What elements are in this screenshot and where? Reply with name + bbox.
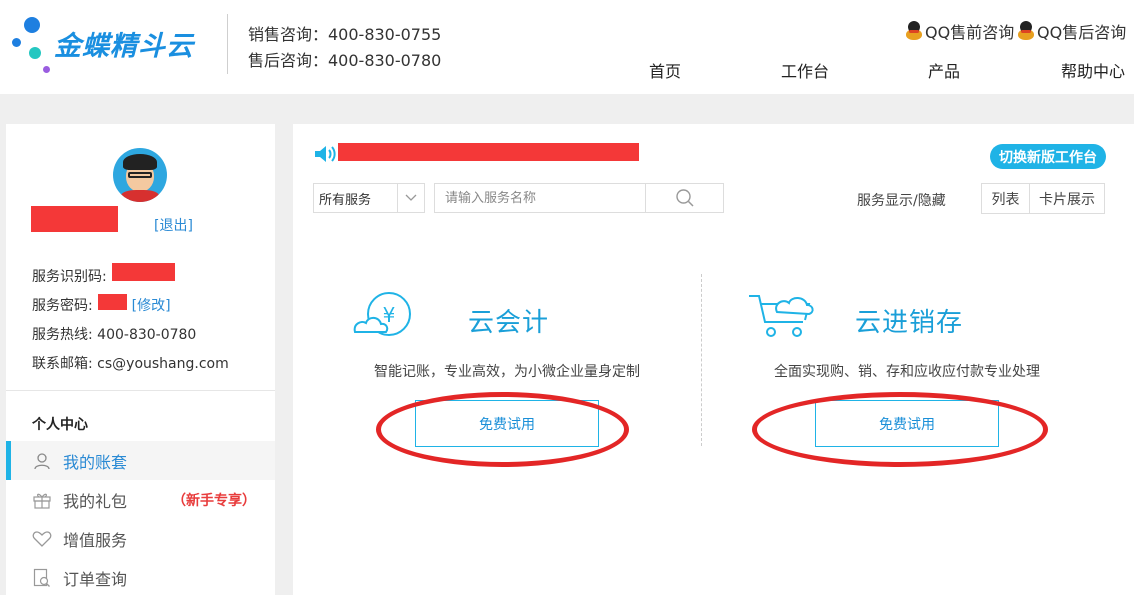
header-divider — [227, 14, 228, 74]
heart-icon — [32, 529, 52, 549]
redacted-password — [98, 294, 127, 310]
card-title-cloud-inventory: 云进销存 — [855, 308, 964, 338]
speaker-icon — [313, 144, 337, 168]
card-title-cloud-accounting: 云会计 — [468, 308, 550, 338]
qq-presales-label: QQ售前咨询 — [925, 23, 1015, 42]
redacted-service-id — [112, 263, 175, 281]
service-id-label: 服务识别码: — [32, 269, 107, 285]
qq-icon — [1017, 21, 1035, 41]
sales-contact: 销售咨询：400-830-0755 — [248, 25, 442, 44]
header: 金蝶精斗云 销售咨询：400-830-0755 售后咨询：400-830-078… — [0, 0, 1134, 94]
email: 联系邮箱: cs@youshang.com — [32, 356, 229, 372]
redacted-username — [31, 206, 118, 232]
hotline: 服务热线: 400-830-0780 — [32, 327, 197, 343]
qq-aftersales-label: QQ售后咨询 — [1037, 23, 1127, 42]
qq-icon — [905, 21, 923, 41]
cloud-yen-icon: ¥ — [351, 290, 417, 346]
logout-link[interactable]: [退出] — [154, 215, 193, 235]
logo-dot-icon — [29, 47, 41, 59]
logo[interactable]: 金蝶精斗云 — [10, 14, 220, 76]
card-divider — [701, 274, 702, 446]
active-indicator — [6, 441, 11, 480]
search-input[interactable] — [435, 184, 646, 212]
card-view-button[interactable]: 卡片展示 — [1029, 183, 1105, 214]
cloud-cart-icon — [747, 290, 819, 346]
search-box — [434, 183, 724, 213]
sidebar-item-label: 增值服务 — [63, 530, 128, 550]
service-password-label: 服务密码: — [32, 298, 93, 314]
section-title: 个人中心 — [32, 417, 88, 433]
support-contact: 售后咨询：400-830-0780 — [248, 51, 442, 70]
qq-presales-link[interactable]: QQ售前咨询 — [905, 19, 1014, 43]
nav-help[interactable]: 帮助中心 — [1061, 58, 1125, 82]
qq-aftersales-link[interactable]: QQ售后咨询 — [1017, 19, 1126, 43]
logo-dot-icon — [12, 38, 21, 47]
service-id-row: 服务识别码: — [32, 266, 107, 286]
sidebar: [退出] 服务识别码: 服务密码: [修改] 服务热线: 400-830-078… — [6, 124, 275, 595]
sidebar-item-label: 我的账套 — [63, 452, 128, 472]
user-icon — [32, 451, 52, 471]
free-trial-button-inventory[interactable]: 免费试用 — [815, 400, 999, 447]
logo-text: 金蝶精斗云 — [54, 31, 194, 62]
sidebar-divider — [6, 390, 275, 391]
chevron-down-icon — [397, 184, 424, 212]
service-toggle-link[interactable]: 服务显示/隐藏 — [857, 190, 946, 210]
nav-workbench[interactable]: 工作台 — [781, 58, 829, 82]
search-icon[interactable] — [645, 184, 723, 212]
order-search-icon — [32, 568, 52, 588]
nav-products[interactable]: 产品 — [928, 58, 960, 82]
sidebar-item-label: 我的礼包 — [63, 491, 128, 511]
switch-new-workbench-button[interactable]: 切换新版工作台 — [990, 144, 1106, 169]
list-view-button[interactable]: 列表 — [981, 183, 1030, 214]
redacted-announcement — [338, 143, 639, 161]
sidebar-item-value-added[interactable]: 增值服务 — [6, 519, 275, 558]
logo-dot-icon — [24, 17, 40, 33]
free-trial-button-accounting[interactable]: 免费试用 — [415, 400, 599, 447]
sidebar-item-orders[interactable]: 订单查询 — [6, 558, 275, 595]
newbie-tag: （新手专享） — [172, 492, 256, 509]
card-desc-cloud-inventory: 全面实现购、销、存和应收应付款专业处理 — [774, 364, 1040, 380]
logo-dot-icon — [43, 66, 50, 73]
sidebar-item-label: 订单查询 — [63, 569, 128, 589]
card-desc-cloud-accounting: 智能记账，专业高效，为小微企业量身定制 — [374, 364, 640, 380]
nav-home[interactable]: 首页 — [649, 58, 681, 82]
sidebar-item-my-accounts[interactable]: 我的账套 — [6, 441, 275, 480]
modify-password-link[interactable]: [修改] — [132, 298, 171, 314]
sidebar-item-gifts[interactable]: 我的礼包 （新手专享） — [6, 480, 275, 519]
avatar — [113, 148, 167, 202]
service-filter-select[interactable]: 所有服务 — [313, 183, 425, 213]
gift-icon — [32, 490, 52, 510]
service-filter-value: 所有服务 — [319, 192, 372, 208]
main-panel: 切换新版工作台 所有服务 服务显示/隐藏 列表 卡片展示 ¥ 云会计 智能记账，… — [293, 124, 1134, 595]
